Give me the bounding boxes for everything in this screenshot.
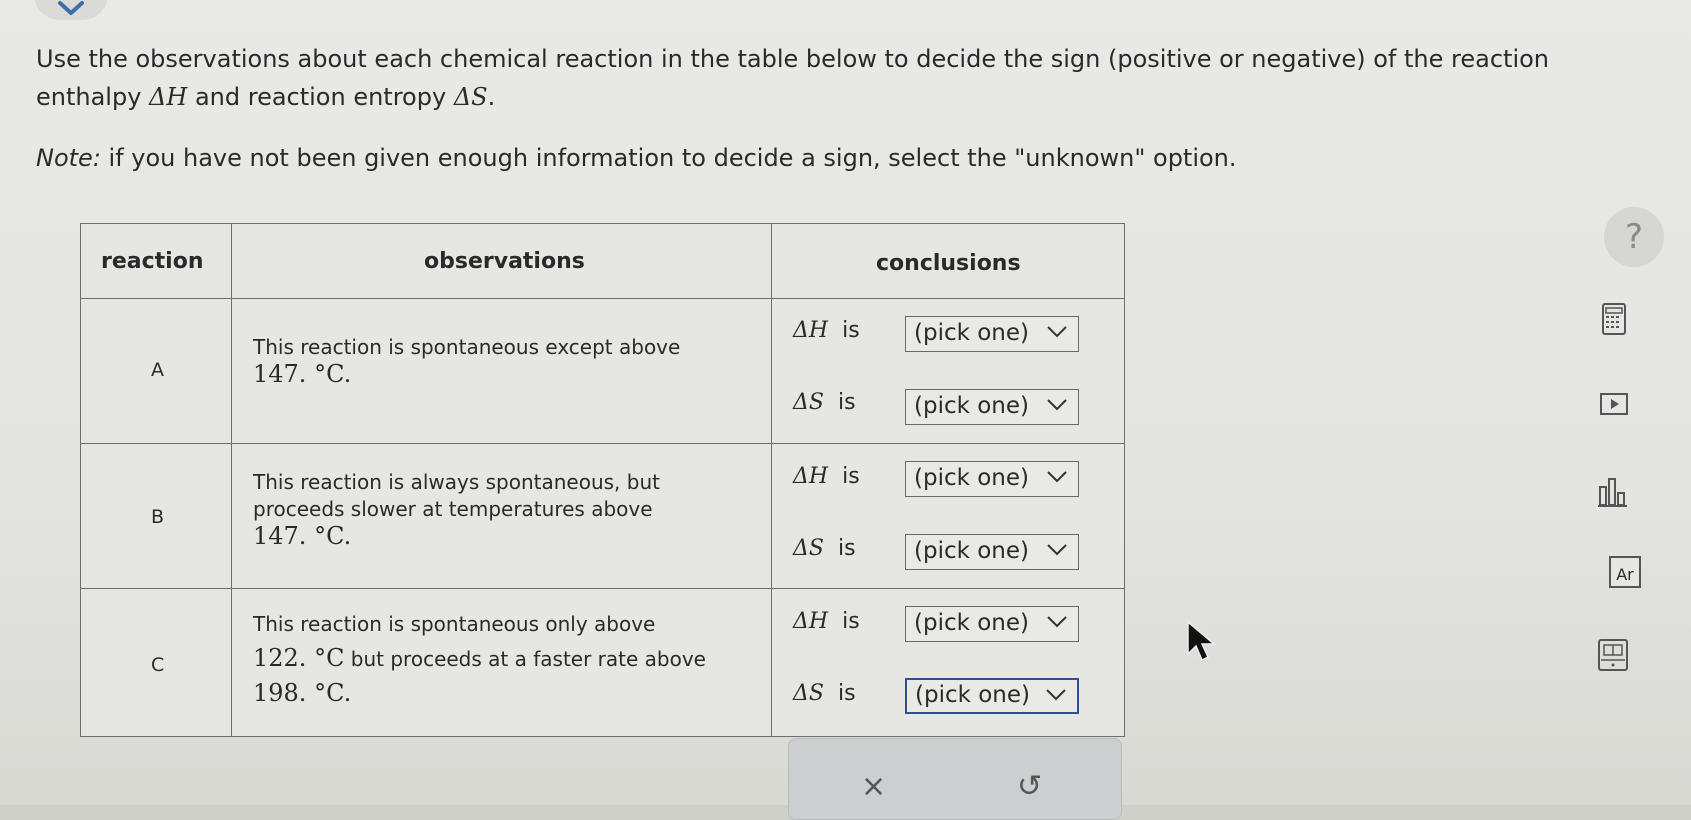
observation-c: This reaction is spontaneous only above … (253, 607, 706, 710)
question-prompt: Use the observations about each chemical… (36, 40, 1691, 116)
video-play-icon[interactable] (1590, 390, 1636, 420)
is-word: is (842, 318, 860, 343)
note-label: Note: (36, 144, 101, 172)
select-value: (pick one) (914, 538, 1030, 564)
observation-text: but proceeds at a faster rate above (344, 647, 706, 671)
is-word: is (842, 609, 860, 634)
prompt-line-2: enthalpy ΔH and reaction entropy ΔS. (36, 78, 1691, 116)
chevron-down-icon (1046, 689, 1066, 701)
ds-label-c: ΔS is (793, 681, 856, 706)
observation-line: 122. °C but proceeds at a faster rate ab… (253, 641, 706, 676)
column-divider (771, 224, 772, 736)
observation-temperature: 147. °C. (253, 522, 352, 550)
observation-temperature: 147. °C. (253, 360, 352, 388)
dh-symbol: ΔH (793, 609, 829, 634)
ds-select-c[interactable]: (pick one) (905, 678, 1079, 714)
prompt-text: enthalpy (36, 83, 150, 111)
row-divider (81, 588, 1124, 589)
reaction-letter-a: A (151, 359, 164, 381)
delta-h-symbol: ΔH (149, 83, 188, 111)
observation-text: This reaction is spontaneous only above (253, 612, 656, 636)
collapse-toggle[interactable] (34, 0, 108, 20)
observation-a: This reaction is spontaneous except abov… (253, 334, 680, 388)
reaction-letter-b: B (151, 506, 165, 528)
chevron-down-icon (58, 1, 84, 15)
action-bar: × ↺ (788, 738, 1122, 820)
chevron-down-icon (1047, 471, 1067, 483)
observation-text: This reaction is always spontaneous, but (253, 470, 660, 494)
dh-label-b: ΔH is (793, 464, 860, 489)
prompt-line-1: Use the observations about each chemical… (36, 45, 1550, 73)
header-observations: observations (424, 249, 585, 274)
dh-symbol: ΔH (793, 464, 829, 489)
ds-symbol: ΔS (793, 390, 824, 415)
periodic-table-icon[interactable]: Ar (1609, 556, 1641, 588)
column-divider (231, 224, 232, 736)
header-reaction: reaction (101, 249, 204, 274)
select-value: (pick one) (914, 465, 1030, 491)
row-divider (81, 443, 1124, 444)
ds-symbol: ΔS (793, 681, 824, 706)
select-value: (pick one) (914, 610, 1030, 636)
header-conclusions: conclusions (876, 251, 1021, 276)
periodic-table-label: Ar (1616, 565, 1634, 584)
note: Note: if you have not been given enough … (36, 144, 1237, 172)
reaction-letter-c: C (151, 654, 165, 676)
is-word: is (842, 464, 860, 489)
dh-label-a: ΔH is (793, 318, 860, 343)
chevron-down-icon (1047, 544, 1067, 556)
ds-select-a[interactable]: (pick one) (905, 389, 1079, 425)
observation-temperature: 198. °C. (253, 679, 352, 707)
help-button[interactable]: ? (1604, 207, 1664, 267)
dh-select-c[interactable]: (pick one) (905, 606, 1079, 642)
ds-label-b: ΔS is (793, 536, 856, 561)
reaction-table: reaction observations conclusions A This… (80, 223, 1125, 737)
is-word: is (837, 390, 856, 415)
select-value: (pick one) (914, 393, 1030, 419)
note-text: if you have not been given enough inform… (100, 144, 1237, 172)
delta-s-symbol: ΔS (453, 83, 488, 111)
observation-temperature: 122. °C (253, 644, 345, 672)
dh-label-c: ΔH is (793, 609, 860, 634)
chart-icon[interactable] (1590, 475, 1636, 511)
is-word: is (837, 536, 856, 561)
page: Use the observations about each chemical… (0, 0, 1691, 820)
row-divider (81, 298, 1124, 299)
cursor-icon (1187, 620, 1217, 662)
chevron-down-icon (1047, 326, 1067, 338)
observation-text: proceeds slower at temperatures above (253, 497, 653, 521)
ds-label-a: ΔS is (793, 390, 856, 415)
prompt-text: and reaction entropy (187, 83, 454, 111)
chevron-down-icon (1047, 399, 1067, 411)
is-word: is (837, 681, 856, 706)
select-value: (pick one) (914, 320, 1030, 346)
observation-text: This reaction is spontaneous except abov… (253, 335, 681, 359)
calculator-icon[interactable] (1590, 300, 1636, 342)
dh-symbol: ΔH (793, 318, 829, 343)
dh-select-a[interactable]: (pick one) (905, 316, 1079, 352)
prompt-text: . (487, 83, 496, 111)
chevron-down-icon (1047, 616, 1067, 628)
dh-select-b[interactable]: (pick one) (905, 461, 1079, 497)
observation-b: This reaction is always spontaneous, but… (253, 469, 660, 550)
select-value: (pick one) (915, 682, 1031, 708)
ds-select-b[interactable]: (pick one) (905, 534, 1079, 570)
reference-icon[interactable] (1590, 636, 1636, 676)
clear-button[interactable]: × (861, 769, 886, 804)
ds-symbol: ΔS (793, 536, 824, 561)
undo-button[interactable]: ↺ (1017, 769, 1042, 804)
